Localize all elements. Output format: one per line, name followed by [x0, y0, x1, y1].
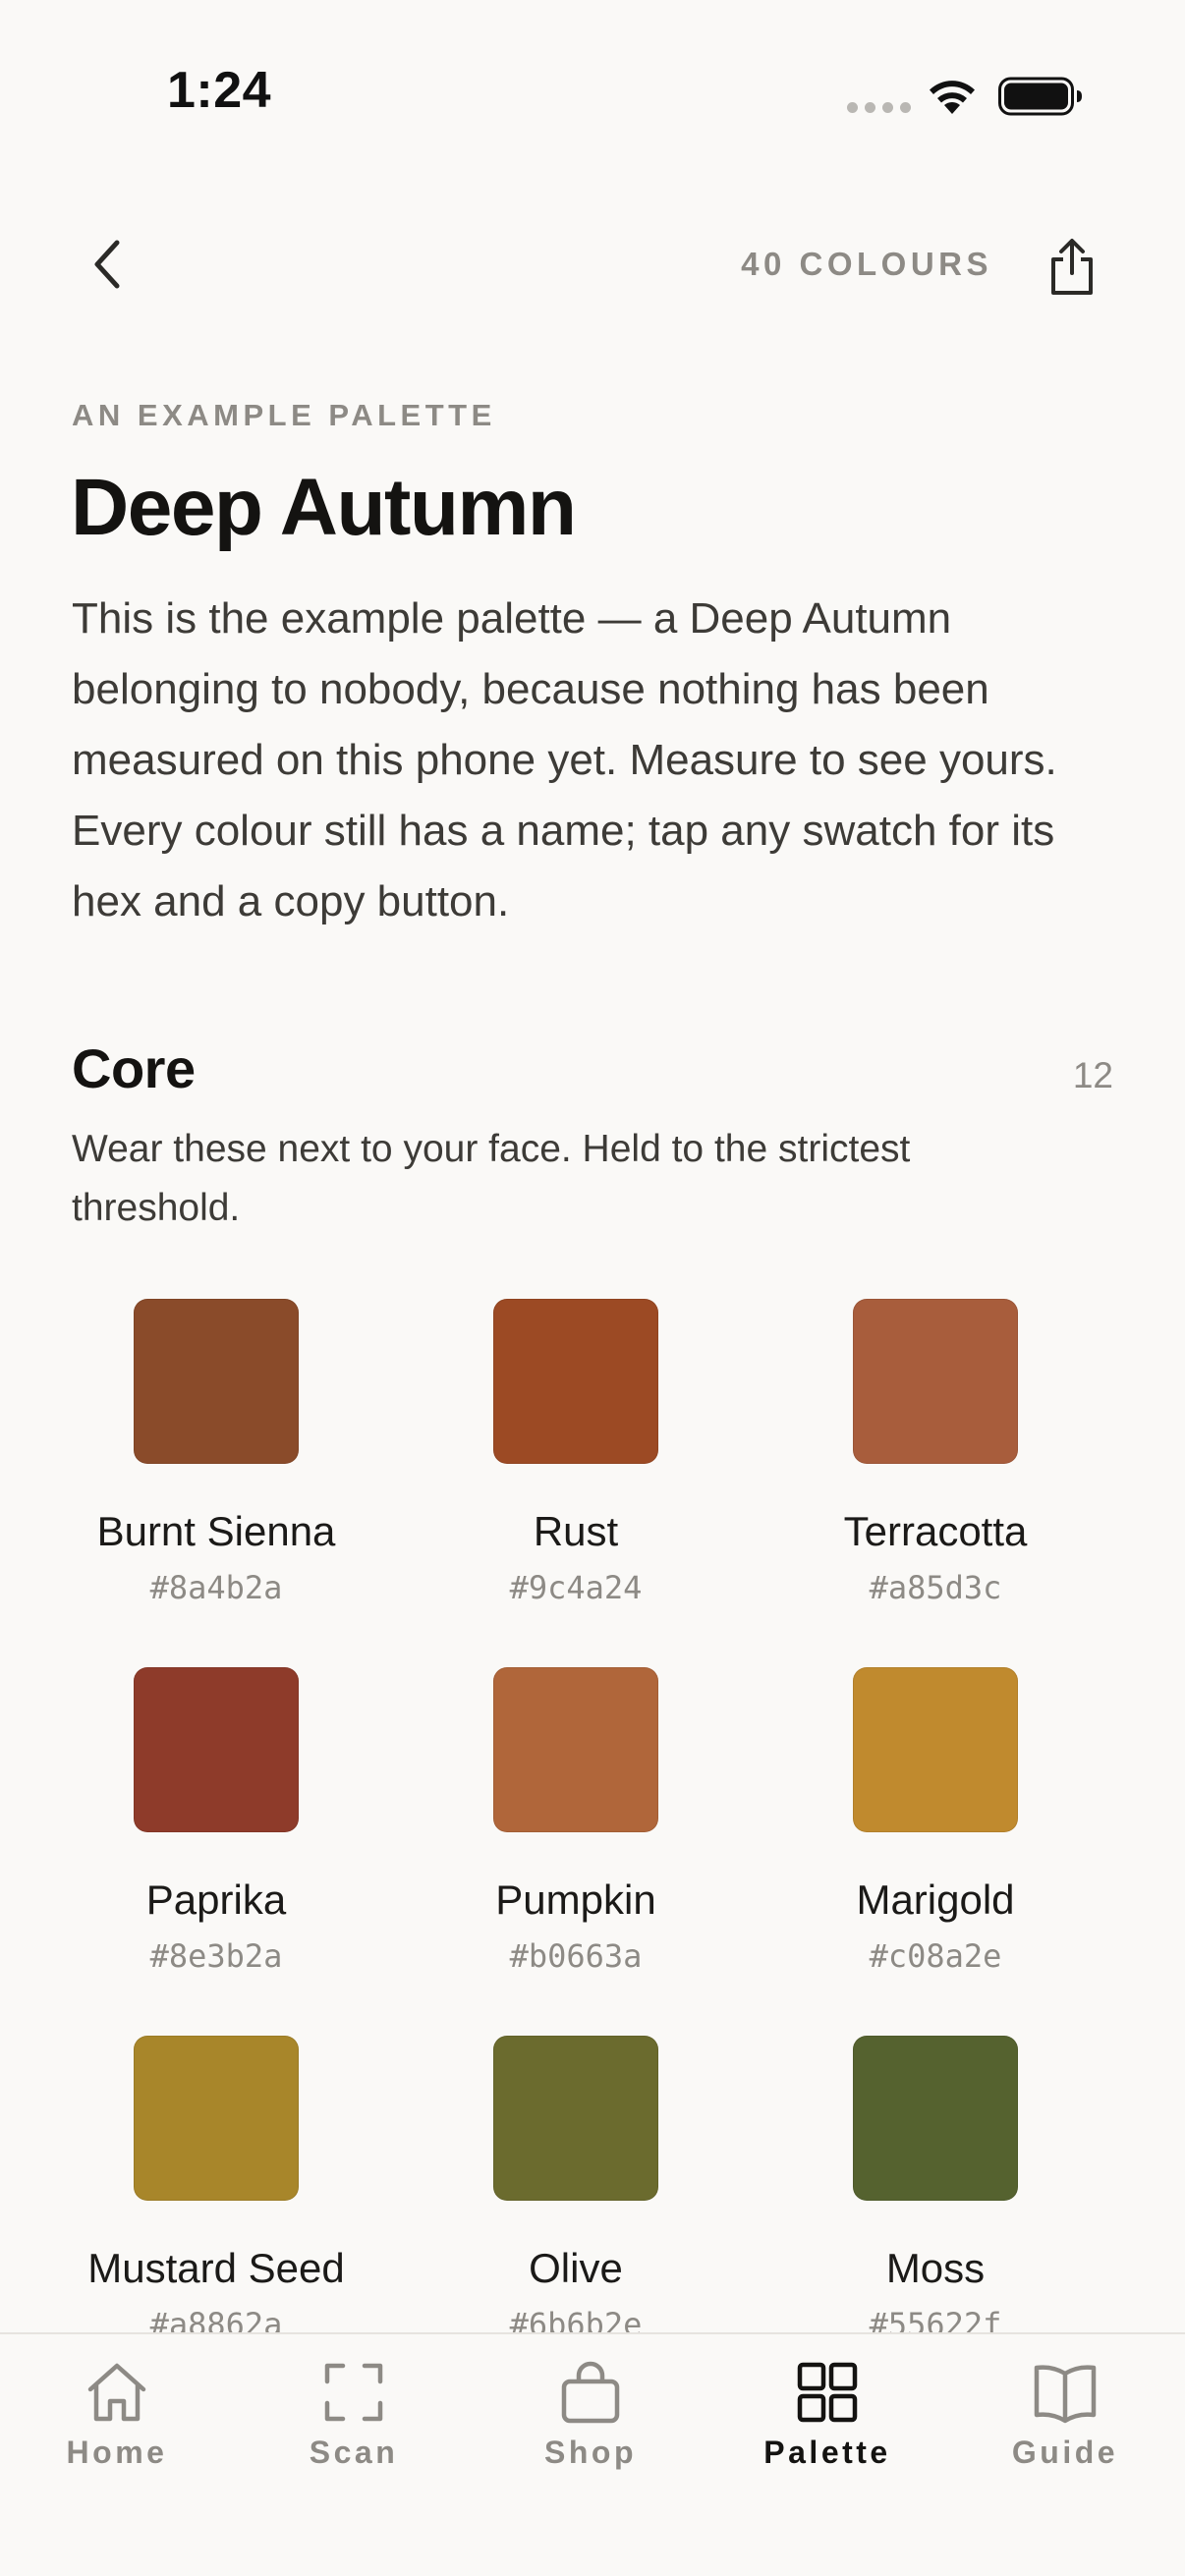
swatch-name: Mustard Seed [87, 2245, 345, 2291]
section-title: Core [72, 1037, 196, 1099]
status-bar: 1:24 [0, 0, 1185, 196]
swatch-chip [493, 1667, 658, 1832]
battery-icon [998, 77, 1082, 116]
wifi-icon [930, 81, 975, 114]
swatch-hex: #b0663a [509, 1937, 643, 1975]
swatch-name: Terracotta [843, 1508, 1028, 1554]
status-time: 1:24 [167, 62, 272, 119]
swatch-chip [493, 2036, 658, 2201]
swatch-rust[interactable]: Rust #9c4a24 [396, 1299, 756, 1667]
swatch-name: Paprika [145, 1876, 287, 1923]
palette-description: This is the example palette — a Deep Aut… [72, 594, 1057, 925]
bag-icon [561, 2361, 620, 2424]
scan-icon [324, 2363, 383, 2422]
swatch-name: Pumpkin [495, 1876, 656, 1923]
share-icon [1051, 239, 1093, 295]
tab-label: Palette [763, 2435, 891, 2470]
swatch-chip [134, 1299, 299, 1464]
swatch-hex: #a85d3c [869, 1569, 1002, 1606]
home-icon [87, 2363, 146, 2422]
grid-icon [797, 2362, 858, 2423]
tab-palette[interactable]: Palette [729, 2334, 926, 2492]
swatch-name: Olive [529, 2245, 623, 2291]
share-button[interactable] [1044, 236, 1100, 297]
tab-label: Guide [1011, 2435, 1119, 2470]
swatch-paprika[interactable]: Paprika #8e3b2a [36, 1667, 396, 2036]
tab-label: Shop [544, 2435, 637, 2470]
tab-guide[interactable]: Guide [967, 2334, 1163, 2492]
chevron-left-icon [94, 240, 120, 289]
swatch-hex: #9c4a24 [509, 1569, 643, 1606]
swatch-hex: #8a4b2a [149, 1569, 283, 1606]
swatch-marigold[interactable]: Marigold #c08a2e [756, 1667, 1115, 2036]
swatch-chip [853, 1667, 1018, 1832]
swatch-chip [134, 1667, 299, 1832]
swatch-name: Burnt Sienna [96, 1508, 336, 1554]
swatch-chip [493, 1299, 658, 1464]
tab-home[interactable]: Home [19, 2334, 215, 2492]
tab-scan[interactable]: Scan [255, 2334, 452, 2492]
swatch-terracotta[interactable]: Terracotta #a85d3c [756, 1299, 1115, 1667]
book-icon [1034, 2365, 1097, 2424]
swatch-chip [853, 2036, 1018, 2201]
page-title: Deep Autumn [71, 463, 577, 552]
swatch-name: Marigold [856, 1876, 1015, 1923]
palette-eyebrow: AN EXAMPLE PALETTE [72, 398, 496, 432]
swatch-name: Moss [885, 2245, 986, 2291]
swatch-chip [134, 2036, 299, 2201]
swatch-hex: #8e3b2a [149, 1937, 283, 1975]
tab-shop[interactable]: Shop [492, 2334, 689, 2492]
swatch-chip [853, 1299, 1018, 1464]
back-button[interactable] [77, 234, 138, 295]
section-description: Wear these next to your face. Held to th… [72, 1128, 911, 1229]
swatch-name: Rust [533, 1508, 619, 1554]
section-count: 12 [1072, 1055, 1113, 1095]
tab-label: Home [66, 2435, 168, 2470]
swatch-pumpkin[interactable]: Pumpkin #b0663a [396, 1667, 756, 2036]
swatch-grid: Burnt Sienna #8a4b2a Rust #9c4a24 Terrac… [36, 1299, 1115, 2404]
swatch-hex: #c08a2e [869, 1937, 1002, 1975]
tab-bar: Home Scan Shop Palette Guide [0, 2332, 1185, 2576]
swatch-burnt-sienna[interactable]: Burnt Sienna #8a4b2a [36, 1299, 396, 1667]
tab-label: Scan [309, 2435, 399, 2470]
cellular-signal-icon [847, 102, 911, 113]
colour-count: 40 COLOURS [741, 246, 992, 282]
